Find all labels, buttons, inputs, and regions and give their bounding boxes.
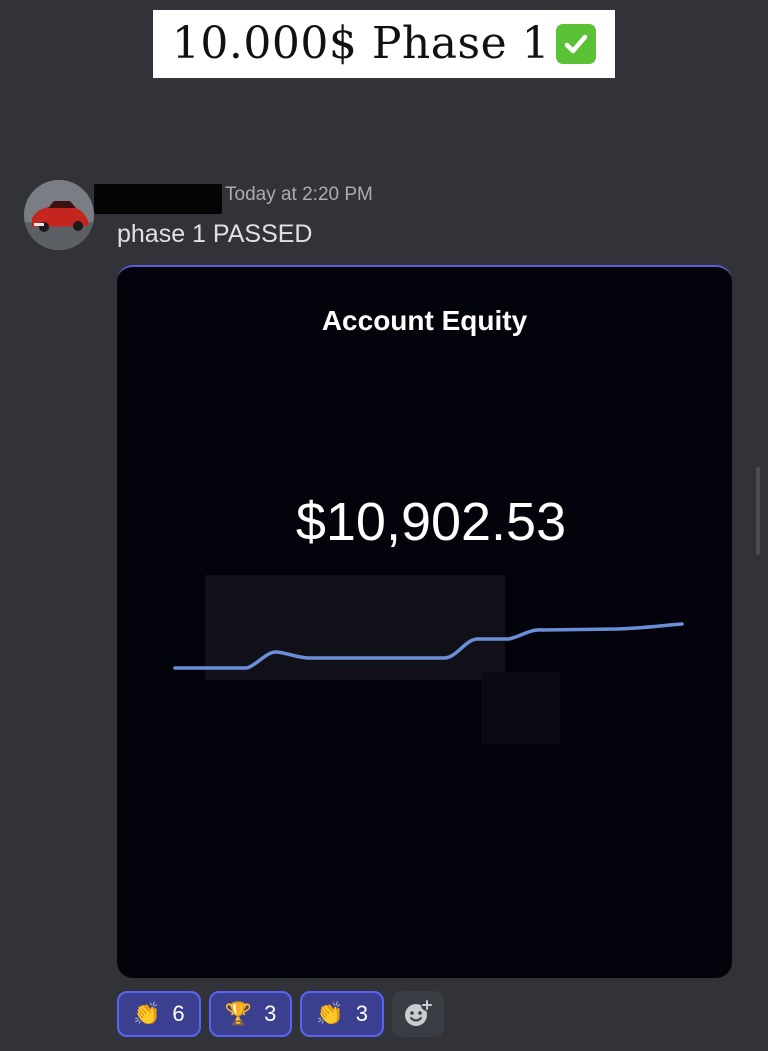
account-equity-embed[interactable]: Account Equity $10,902.53: [117, 265, 732, 978]
green-check-box-icon: [556, 24, 597, 64]
message-timestamp: Today at 2:20 PM: [225, 184, 373, 205]
reactions-bar: 👏 6 🏆 3 👏 3: [117, 991, 444, 1037]
trophy-icon: 🏆: [224, 1001, 253, 1026]
caption-banner: 10.000$ Phase 1: [153, 10, 615, 78]
reaction-clap[interactable]: 👏 6: [117, 991, 201, 1037]
red-car-avatar: [24, 180, 94, 250]
reaction-count: 3: [264, 1001, 277, 1026]
add-reaction-icon: [404, 999, 433, 1026]
caption-text: 10.000$ Phase 1: [171, 18, 551, 69]
add-reaction-button[interactable]: [391, 991, 444, 1037]
equity-line: [173, 622, 684, 670]
avatar[interactable]: [24, 180, 94, 250]
reaction-count: 3: [355, 1001, 368, 1026]
reaction-count: 6: [172, 1001, 185, 1026]
redacted-username: [94, 184, 222, 214]
scrollbar-thumb[interactable]: [756, 467, 760, 555]
reaction-trophy[interactable]: 🏆 3: [208, 991, 293, 1037]
equity-sparkline: [173, 622, 684, 670]
message-text: phase 1 PASSED: [117, 220, 313, 248]
clapping-hands-icon: 👏: [316, 1001, 344, 1026]
reaction-clap[interactable]: 👏 3: [300, 991, 384, 1037]
clapping-hands-icon: 👏: [133, 1001, 161, 1026]
